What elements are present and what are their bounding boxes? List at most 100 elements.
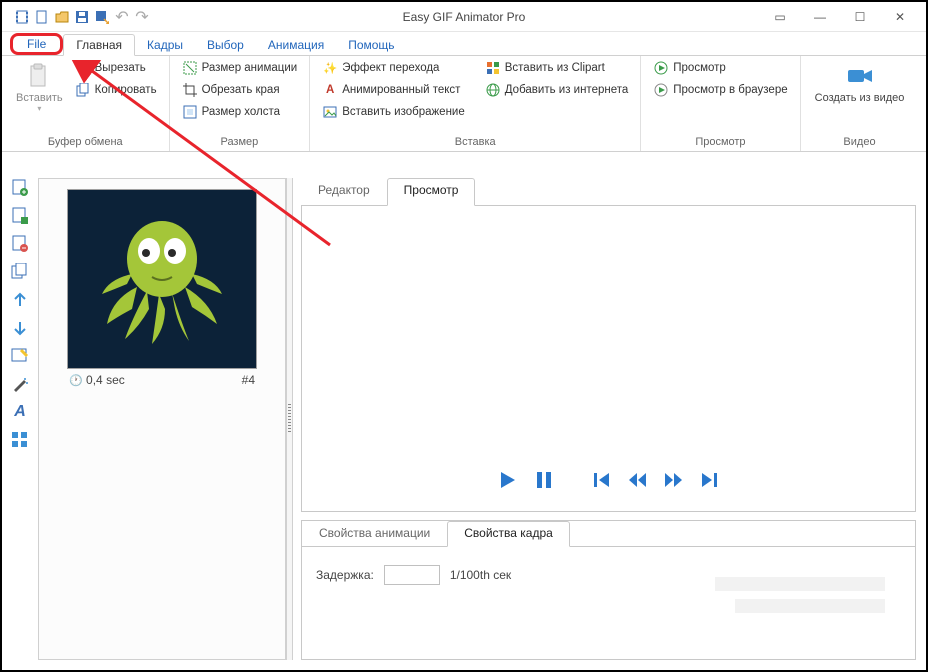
- tab-editor[interactable]: Редактор: [301, 178, 387, 205]
- frame-delay-text: 🕐 0,4 sec: [69, 373, 125, 387]
- canvas-icon: [182, 104, 198, 120]
- preview-area: [301, 206, 916, 512]
- group-insert: ✨ Эффект перехода A Анимированный текст Вс…: [310, 56, 641, 151]
- group-clipboard: Вставить ▾ ✂Вырезать Копировать Буфер об…: [2, 56, 170, 151]
- clipart-button[interactable]: Вставить из Clipart: [481, 58, 633, 78]
- preview-browser-label: Просмотр в браузере: [673, 84, 787, 96]
- paste-icon: [25, 62, 53, 90]
- image-icon: [322, 104, 338, 120]
- placeholder-bar: [715, 577, 885, 591]
- undo-icon[interactable]: ↶: [114, 9, 130, 25]
- tab-animation[interactable]: Анимация: [256, 35, 336, 55]
- insert-image-label: Вставить изображение: [342, 106, 465, 118]
- text-a-icon: A: [322, 82, 338, 98]
- film-icon[interactable]: [14, 9, 30, 25]
- forward-button[interactable]: [663, 469, 685, 491]
- splitter-grip-icon: [288, 404, 291, 434]
- tool-effects[interactable]: [10, 374, 30, 394]
- tool-text[interactable]: A: [10, 402, 30, 422]
- copy-label: Копировать: [95, 84, 157, 96]
- animated-text-label: Анимированный текст: [342, 84, 460, 96]
- tab-frame-props[interactable]: Свойства кадра: [447, 521, 570, 547]
- new-icon[interactable]: [34, 9, 50, 25]
- last-button[interactable]: [699, 469, 721, 491]
- globe-play-icon: [653, 82, 669, 98]
- tool-move-up[interactable]: [10, 290, 30, 310]
- group-preview-label: Просмотр: [649, 134, 791, 151]
- save-icon[interactable]: [74, 9, 90, 25]
- open-icon[interactable]: [54, 9, 70, 25]
- splitter[interactable]: [286, 178, 293, 660]
- animation-size-label: Размер анимации: [202, 62, 298, 74]
- quick-access-toolbar: ↶ ↷: [6, 9, 150, 25]
- transition-label: Эффект перехода: [342, 62, 439, 74]
- preview-browser-button[interactable]: Просмотр в браузере: [649, 80, 791, 100]
- tab-preview[interactable]: Просмотр: [387, 178, 476, 206]
- tool-insert-frame[interactable]: [10, 206, 30, 226]
- save-as-icon[interactable]: [94, 9, 110, 25]
- properties-tabs: Свойства анимации Свойства кадра: [302, 521, 915, 547]
- canvas-size-button[interactable]: Размер холста: [178, 102, 302, 122]
- thumbnail-image: [67, 189, 257, 369]
- group-insert-label: Вставка: [318, 134, 632, 151]
- wand-icon: ✨: [322, 60, 338, 76]
- animated-text-button[interactable]: A Анимированный текст: [318, 80, 469, 100]
- clipart-icon: [485, 60, 501, 76]
- resize-icon: [182, 60, 198, 76]
- first-button[interactable]: [591, 469, 613, 491]
- animation-size-button[interactable]: Размер анимации: [178, 58, 302, 78]
- title-bar: ↶ ↷ Easy GIF Animator Pro ▭ — ☐ ✕: [2, 2, 926, 32]
- pause-button[interactable]: [533, 469, 555, 491]
- group-video-label: Видео: [809, 134, 911, 151]
- tool-move-down[interactable]: [10, 318, 30, 338]
- video-camera-icon: [846, 62, 874, 90]
- tab-anim-props[interactable]: Свойства анимации: [302, 521, 447, 546]
- group-clipboard-label: Буфер обмена: [10, 134, 161, 151]
- play-button[interactable]: [497, 469, 519, 491]
- octopus-icon: [97, 209, 227, 349]
- tool-add-frame[interactable]: [10, 178, 30, 198]
- ribbon-toggle-icon[interactable]: ▭: [766, 7, 794, 27]
- paste-label: Вставить: [16, 92, 63, 104]
- frame-delay-value: 0,4 sec: [86, 373, 125, 387]
- tab-help[interactable]: Помощь: [336, 35, 406, 55]
- preview-label: Просмотр: [673, 62, 726, 74]
- copy-icon: [75, 82, 91, 98]
- left-toolbar: A: [10, 178, 34, 450]
- group-size: Размер анимации Обрезать края Размер хол…: [170, 56, 311, 151]
- frame-number: #4: [242, 373, 255, 387]
- close-button[interactable]: ✕: [886, 7, 914, 27]
- tool-grid[interactable]: [10, 430, 30, 450]
- redo-icon[interactable]: ↷: [134, 9, 150, 25]
- maximize-button[interactable]: ☐: [846, 7, 874, 27]
- tab-file[interactable]: File: [10, 33, 63, 55]
- rewind-button[interactable]: [627, 469, 649, 491]
- paste-button[interactable]: Вставить ▾: [10, 58, 69, 117]
- group-size-label: Размер: [178, 134, 302, 151]
- right-panel: Редактор Просмотр Свойства анимации Свой…: [301, 178, 916, 660]
- properties-panel: Свойства анимации Свойства кадра Задержк…: [301, 520, 916, 660]
- tab-frames[interactable]: Кадры: [135, 35, 195, 55]
- crop-button[interactable]: Обрезать края: [178, 80, 302, 100]
- copy-button[interactable]: Копировать: [71, 80, 161, 100]
- cut-button[interactable]: ✂Вырезать: [71, 58, 161, 78]
- workspace: 🕐 0,4 sec #4 Редактор Просмотр Свойств: [38, 178, 916, 660]
- delay-input[interactable]: [384, 565, 440, 585]
- create-from-video-button[interactable]: Создать из видео: [809, 58, 911, 108]
- transition-button[interactable]: ✨ Эффект перехода: [318, 58, 469, 78]
- crop-icon: [182, 82, 198, 98]
- frame-thumbnail[interactable]: 🕐 0,4 sec #4: [67, 189, 257, 391]
- minimize-button[interactable]: —: [806, 7, 834, 27]
- tab-select[interactable]: Выбор: [195, 35, 256, 55]
- tool-duplicate-frame[interactable]: [10, 262, 30, 282]
- tab-home[interactable]: Главная: [63, 34, 135, 56]
- clock-icon: 🕐: [69, 375, 83, 387]
- add-internet-button[interactable]: Добавить из интернета: [481, 80, 633, 100]
- preview-button[interactable]: Просмотр: [649, 58, 791, 78]
- tool-edit-frame[interactable]: [10, 346, 30, 366]
- tool-delete-frame[interactable]: [10, 234, 30, 254]
- insert-image-button[interactable]: Вставить изображение: [318, 102, 469, 122]
- clipart-label: Вставить из Clipart: [505, 62, 605, 74]
- add-internet-label: Добавить из интернета: [505, 84, 629, 96]
- delay-unit: 1/100th сек: [450, 568, 511, 582]
